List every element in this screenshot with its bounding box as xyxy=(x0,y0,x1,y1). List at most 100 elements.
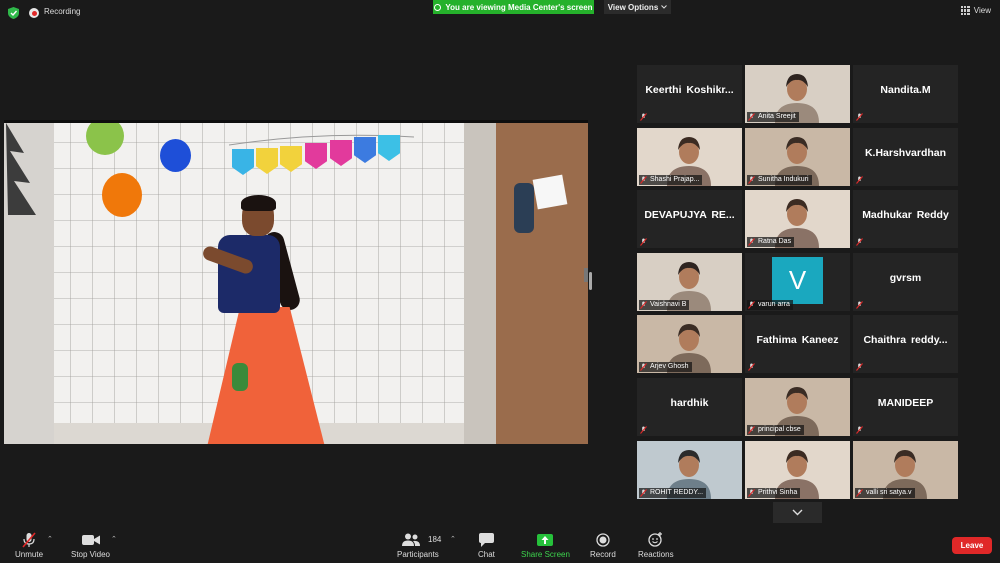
muted-microphone-icon xyxy=(748,363,755,372)
muted-microphone-icon xyxy=(856,238,863,247)
participant-tile[interactable]: Anita Sreejit xyxy=(745,65,850,123)
muted-microphone-icon xyxy=(748,238,755,247)
dancer-hair xyxy=(241,195,276,211)
participant-tile[interactable]: valli sri satya.v xyxy=(853,440,958,499)
participant-tile[interactable]: principal cbse xyxy=(745,377,850,436)
muted-microphone-icon xyxy=(856,300,863,309)
chat-label: Chat xyxy=(478,550,495,559)
door-handle xyxy=(584,268,588,282)
participant-tile[interactable]: Chaithra reddy... xyxy=(853,315,958,374)
participant-name: gvrsm xyxy=(889,271,922,284)
participant-name: Madhukar Reddy xyxy=(862,209,949,222)
gallery-next-page-button[interactable] xyxy=(773,502,822,523)
muted-microphone-icon xyxy=(640,113,647,121)
chat-button[interactable]: Chat xyxy=(478,531,495,559)
balloon-orange xyxy=(102,173,142,217)
participant-tile[interactable]: Fathima Kaneez xyxy=(745,315,850,374)
reactions-button[interactable]: Reactions xyxy=(638,531,674,559)
muted-microphone-icon xyxy=(748,175,755,184)
stop-video-button[interactable]: Stop Video xyxy=(71,531,110,559)
participant-name: MANIDEEP xyxy=(877,396,934,409)
record-icon xyxy=(596,532,610,547)
muted-microphone-icon xyxy=(856,363,863,372)
participant-tile[interactable]: ROHIT REDDY... xyxy=(637,440,742,499)
viewing-banner-text: You are viewing Media Center's screen xyxy=(445,2,593,12)
microphone-muted-icon xyxy=(22,531,36,548)
participants-count: 184 xyxy=(428,535,442,544)
leave-button[interactable]: Leave xyxy=(952,537,992,554)
chevron-down-icon xyxy=(792,509,803,516)
muted-microphone-icon xyxy=(640,363,647,372)
participant-name-label: Sunitha Indukuri xyxy=(747,174,812,185)
grid-view-icon xyxy=(960,6,970,15)
participant-name-label: ROHIT REDDY... xyxy=(639,487,707,498)
reactions-label: Reactions xyxy=(638,550,674,559)
splitter-handle[interactable] xyxy=(589,272,592,290)
view-button[interactable]: View xyxy=(960,6,991,15)
record-label: Record xyxy=(590,550,616,559)
participant-name: Chaithra reddy... xyxy=(863,334,948,347)
participant-tile[interactable]: hardhik xyxy=(637,377,742,436)
muted-microphone-icon xyxy=(640,300,647,309)
meeting-toolbar: Unmute ⌃ Stop Video ⌃ Participants 184 ⌃ xyxy=(0,527,1000,563)
participant-tile[interactable]: MANIDEEP xyxy=(853,377,958,436)
participant-tile[interactable]: Madhukar Reddy xyxy=(853,190,958,249)
paper-sign xyxy=(532,174,568,210)
view-label: View xyxy=(973,6,991,15)
stop-video-label: Stop Video xyxy=(71,550,110,559)
participant-tile[interactable]: Nandita.M xyxy=(853,65,958,123)
view-options-button[interactable]: View Options xyxy=(604,0,671,14)
participant-tile[interactable]: Ratna Das xyxy=(745,190,850,249)
participants-options-caret[interactable]: ⌃ xyxy=(450,535,456,543)
door-frame xyxy=(464,123,496,444)
participant-tile[interactable]: Keerthi Koshikr... xyxy=(637,65,742,123)
audio-options-caret[interactable]: ⌃ xyxy=(47,535,53,543)
participant-tile[interactable]: Vvarun arra xyxy=(745,252,850,311)
participant-tile[interactable]: K.Harshvardhan xyxy=(853,127,958,186)
unmute-button[interactable]: Unmute xyxy=(15,531,43,559)
shield-icon[interactable] xyxy=(8,7,19,19)
participant-name: DEVAPUJYA RE... xyxy=(644,209,735,222)
muted-microphone-icon xyxy=(856,488,863,497)
muted-microphone-icon xyxy=(748,426,755,434)
participant-name: hardhik xyxy=(670,396,709,409)
participant-name-label: principal cbse xyxy=(747,424,804,435)
shared-screen xyxy=(4,120,588,444)
participant-name: K.Harshvardhan xyxy=(864,146,947,159)
chevron-down-icon xyxy=(661,5,668,9)
participant-name-label: valli sri satya.v xyxy=(855,487,915,498)
recording-label: Recording xyxy=(44,7,81,16)
muted-microphone-icon xyxy=(640,426,647,434)
muted-microphone-icon xyxy=(748,488,755,497)
view-options-label: View Options xyxy=(607,2,659,12)
wall-decal xyxy=(6,123,36,215)
participant-tile[interactable]: Sunitha Indukuri xyxy=(745,127,850,186)
muted-microphone-icon xyxy=(748,113,755,121)
balloon-blue xyxy=(160,139,191,172)
muted-microphone-icon xyxy=(640,238,647,247)
participant-tile[interactable]: gvrsm xyxy=(853,252,958,311)
dancer-top xyxy=(218,235,280,313)
muted-microphone-icon xyxy=(856,175,863,184)
record-button[interactable]: Record xyxy=(590,531,616,559)
top-bar: Recording You are viewing Media Center's… xyxy=(0,0,1000,26)
muted-microphone-icon xyxy=(640,175,647,184)
viewing-banner: You are viewing Media Center's screen xyxy=(433,0,594,14)
chat-icon xyxy=(478,532,494,547)
participant-name: Nandita.M xyxy=(880,84,931,96)
participant-tile[interactable]: Shashi Prajap... xyxy=(637,127,742,186)
participant-name: Keerthi Koshikr... xyxy=(645,84,734,96)
participant-tile[interactable]: DEVAPUJYA RE... xyxy=(637,190,742,249)
share-screen-button[interactable]: Share Screen xyxy=(521,531,570,559)
reactions-icon xyxy=(648,532,663,547)
share-screen-icon xyxy=(537,533,554,546)
participant-tile[interactable]: Arjev Ghosh xyxy=(637,315,742,374)
video-options-caret[interactable]: ⌃ xyxy=(111,535,117,543)
muted-microphone-icon xyxy=(856,426,863,434)
recording-icon xyxy=(29,8,39,18)
door xyxy=(496,123,588,444)
participant-tile[interactable]: Vaishnavi B xyxy=(637,252,742,311)
share-screen-label: Share Screen xyxy=(521,550,570,559)
participant-tile[interactable]: Prithvi Sinha xyxy=(745,440,850,499)
participant-name: Fathima Kaneez xyxy=(756,334,839,347)
